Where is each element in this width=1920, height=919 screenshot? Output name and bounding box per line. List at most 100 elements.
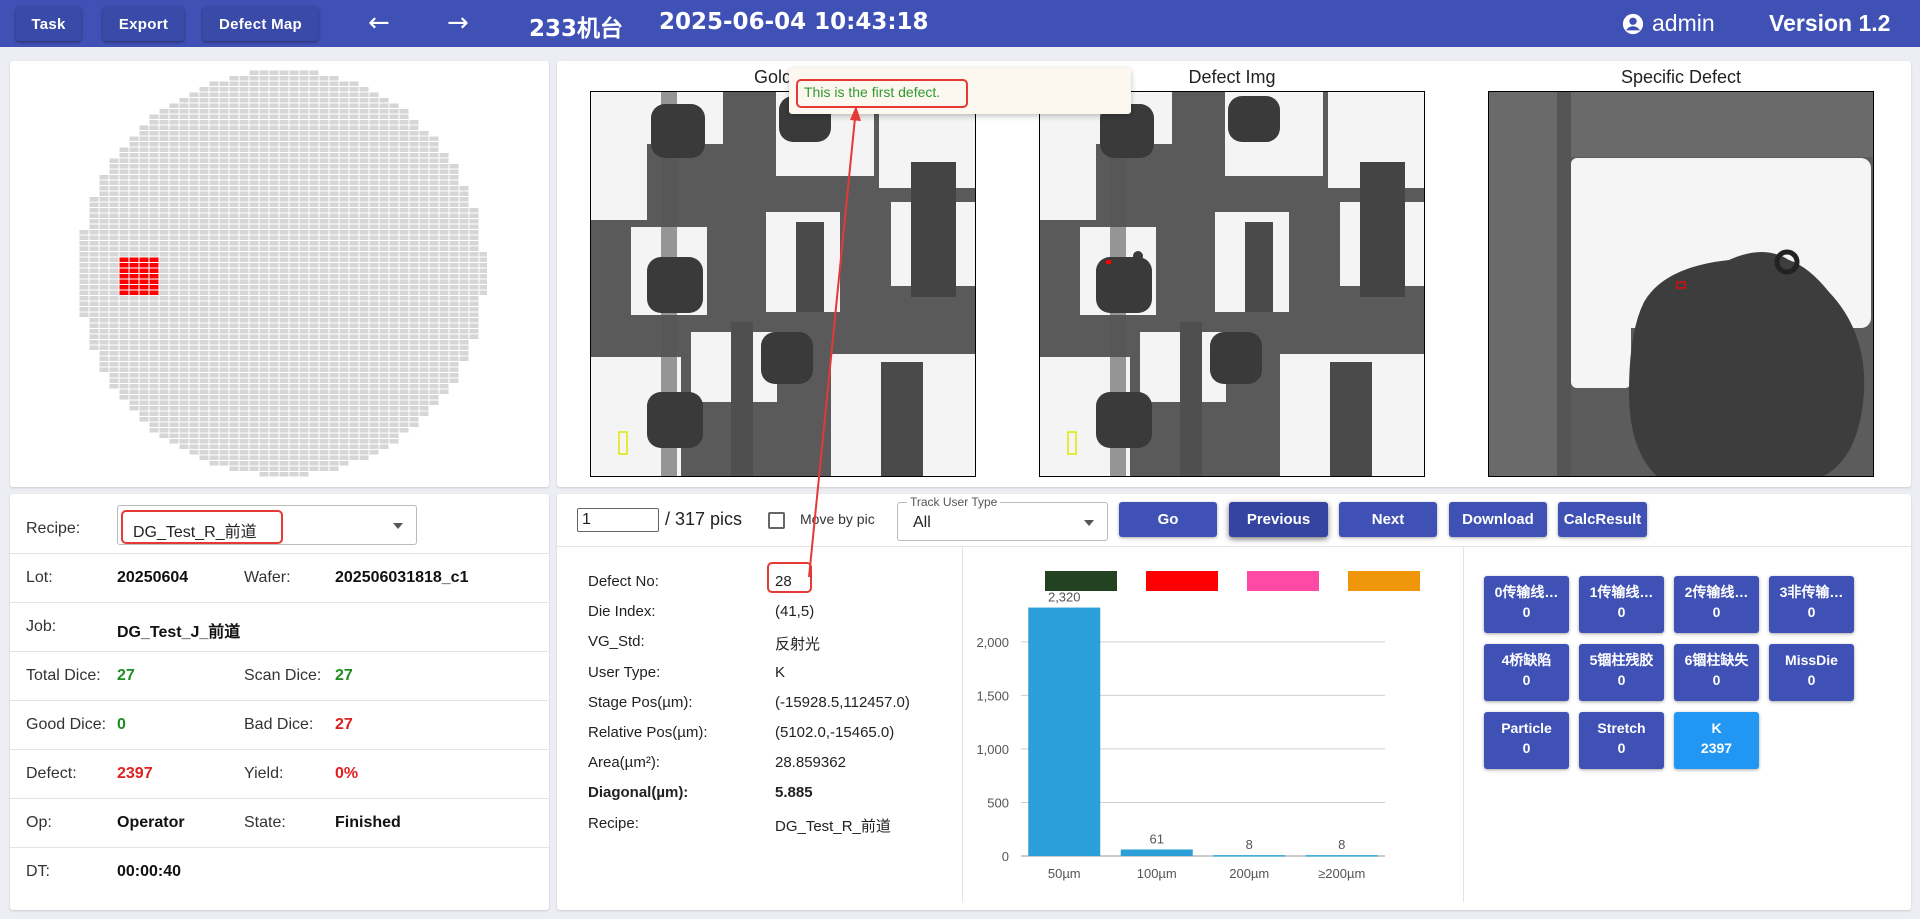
die-cell [339, 356, 349, 361]
detail-label: Recipe: [588, 814, 639, 832]
die-cell [269, 428, 279, 433]
die-cell [169, 417, 179, 422]
die-cell [289, 450, 299, 455]
die-cell [109, 230, 119, 235]
die-cell [449, 263, 459, 268]
category-count: 0 [1807, 604, 1816, 620]
die-cell [259, 400, 269, 405]
go-button[interactable]: Go [1119, 502, 1217, 537]
die-cell [209, 246, 219, 251]
category-button[interactable]: Particle 0 [1484, 712, 1569, 769]
task-button[interactable]: Task [16, 7, 81, 41]
die-cell [289, 422, 299, 427]
die-cell [399, 279, 409, 284]
die-cell [319, 186, 329, 191]
page-input[interactable] [577, 508, 659, 532]
die-cell [119, 296, 129, 301]
category-button[interactable]: 4桥缺陷 0 [1484, 644, 1569, 701]
wafer-map[interactable] [77, 65, 487, 481]
die-cell [319, 76, 329, 81]
die-cell [149, 307, 159, 312]
die-cell [209, 461, 219, 466]
die-cell [329, 378, 339, 383]
die-cell [299, 296, 309, 301]
die-cell [209, 373, 219, 378]
die-cell [109, 197, 119, 202]
die-cell [339, 384, 349, 389]
die-cell [239, 186, 249, 191]
category-button[interactable]: 0传输线… 0 [1484, 576, 1569, 633]
die-cell [439, 362, 449, 367]
chevron-down-icon [393, 523, 403, 529]
die-cell [269, 219, 279, 224]
die-cell [289, 279, 299, 284]
die-cell [349, 455, 359, 460]
die-cell [169, 296, 179, 301]
die-cell [329, 301, 339, 306]
die-cell [389, 373, 399, 378]
die-cell [199, 186, 209, 191]
category-button[interactable]: 6锢柱缺失 0 [1674, 644, 1759, 701]
specific-defect-image[interactable] [1488, 91, 1874, 477]
die-cell [359, 197, 369, 202]
category-button[interactable]: 2传输线… 0 [1674, 576, 1759, 633]
die-cell [309, 208, 319, 213]
forward-arrow-icon[interactable]: → [447, 9, 469, 37]
golden-image[interactable] [590, 91, 976, 477]
die-cell [239, 334, 249, 339]
die-cell [259, 164, 269, 169]
die-cell [299, 356, 309, 361]
die-cell [139, 307, 149, 312]
die-cell [239, 428, 249, 433]
die-cell [99, 340, 109, 345]
category-button[interactable]: 1传输线… 0 [1579, 576, 1664, 633]
die-cell [299, 279, 309, 284]
die-cell [239, 202, 249, 207]
download-button[interactable]: Download [1449, 502, 1547, 537]
die-cell [259, 417, 269, 422]
die-cell [239, 81, 249, 86]
calc-result-button[interactable]: CalcResult [1558, 502, 1647, 537]
previous-button[interactable]: Previous [1229, 502, 1328, 537]
export-button[interactable]: Export [103, 7, 184, 41]
die-cell [89, 285, 99, 290]
die-cell [409, 208, 419, 213]
die-cell [279, 329, 289, 334]
die-cell [409, 323, 419, 328]
next-button[interactable]: Next [1339, 502, 1437, 537]
die-cell [389, 252, 399, 257]
die-cell [99, 263, 109, 268]
user-menu[interactable]: admin [1622, 10, 1715, 37]
die-cell [419, 411, 429, 416]
die-cell [249, 384, 259, 389]
die-cell [259, 433, 269, 438]
move-by-pic-checkbox[interactable] [768, 512, 785, 529]
category-button[interactable]: 3非传输… 0 [1769, 576, 1854, 633]
die-cell [289, 120, 299, 125]
die-cell [329, 340, 339, 345]
die-cell [289, 202, 299, 207]
die-cell [219, 395, 229, 400]
die-cell [189, 285, 199, 290]
die-cell [189, 103, 199, 108]
die-cell [289, 290, 299, 295]
die-cell [459, 191, 469, 196]
die-cell [289, 378, 299, 383]
die-cell [409, 340, 419, 345]
defect-image[interactable] [1039, 91, 1425, 477]
die-cell [239, 466, 249, 471]
die-cell [359, 340, 369, 345]
back-arrow-icon[interactable]: ← [368, 9, 390, 37]
die-cell [469, 318, 479, 323]
category-button[interactable]: K 2397 [1674, 712, 1759, 769]
die-cell [359, 439, 369, 444]
die-cell [439, 268, 449, 273]
die-cell [189, 274, 199, 279]
die-cell [319, 252, 329, 257]
category-button[interactable]: MissDie 0 [1769, 644, 1854, 701]
category-button[interactable]: 5锢柱残胶 0 [1579, 644, 1664, 701]
defect-map-button[interactable]: Defect Map [203, 7, 318, 41]
bar-value-label: 8 [1338, 837, 1345, 852]
die-cell [179, 230, 189, 235]
category-button[interactable]: Stretch 0 [1579, 712, 1664, 769]
